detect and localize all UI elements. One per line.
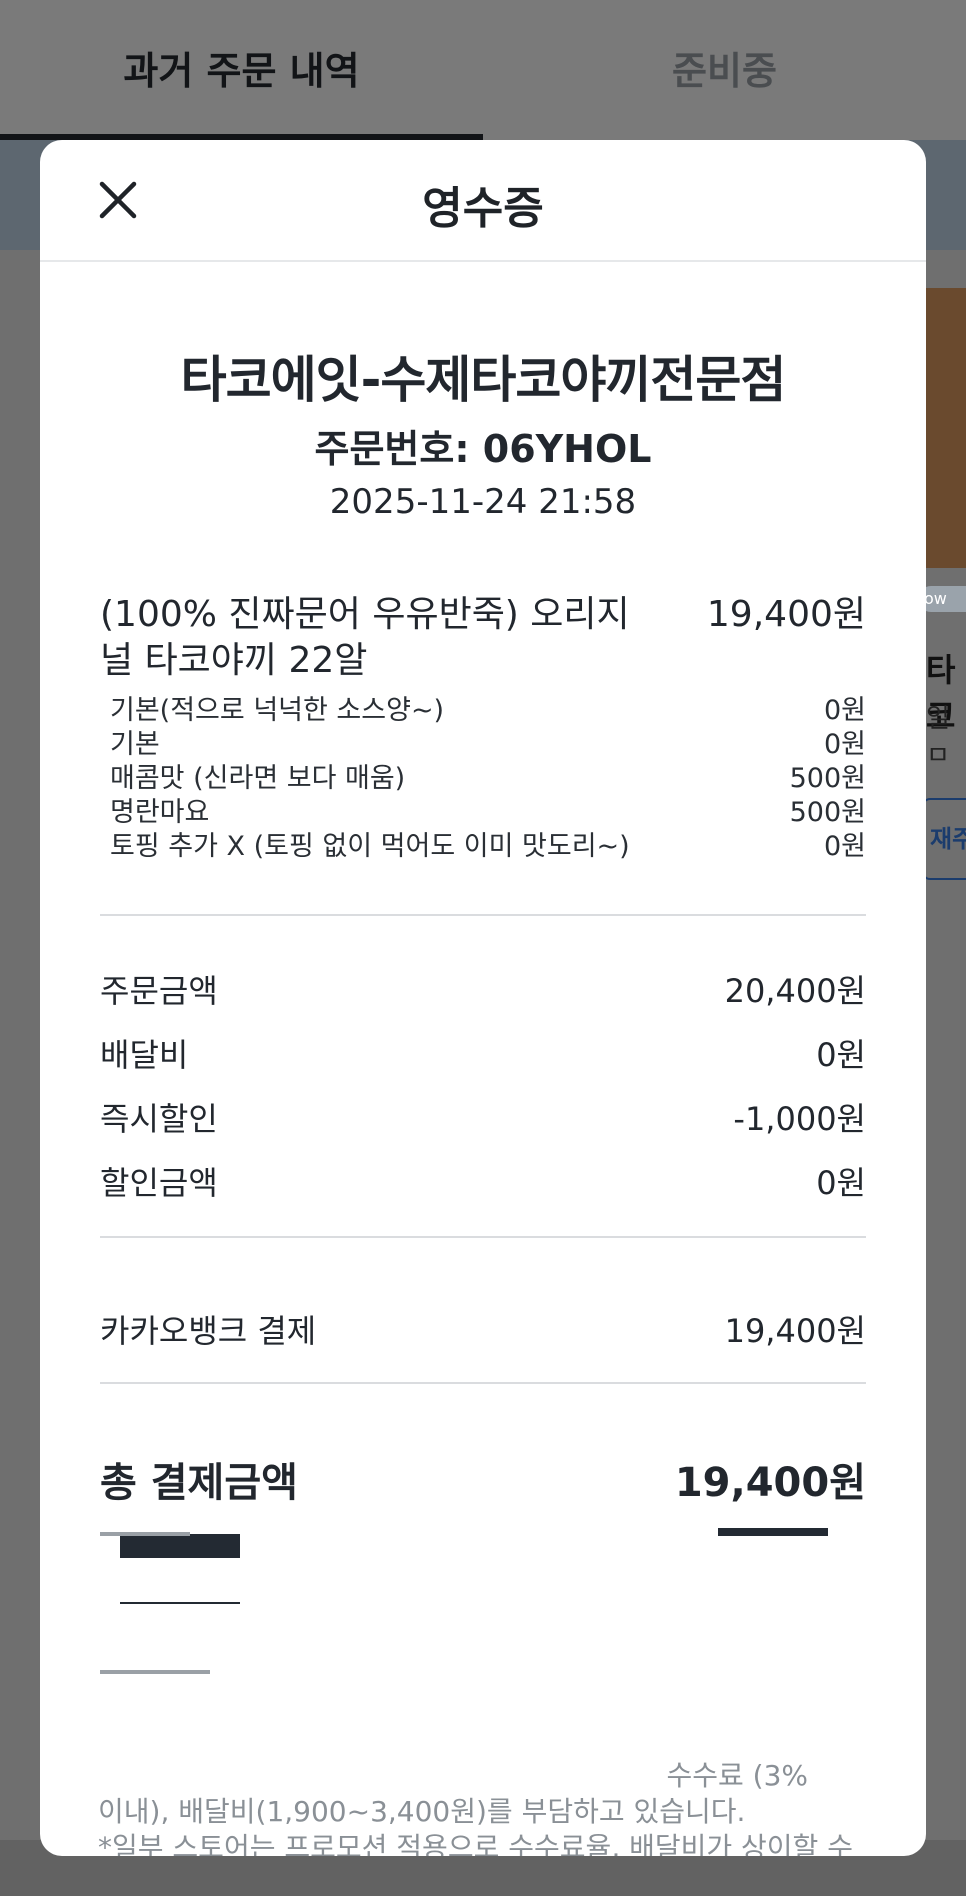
modal-title: 영수증 <box>422 183 544 234</box>
background-food-image <box>926 288 966 568</box>
receipt-modal: 영수증 타코에잇-수제타코야끼전문점 주문번호: 06YHOL 2025-11-… <box>40 140 926 1856</box>
divider <box>100 1236 866 1238</box>
menu-item-price: 19,400원 <box>706 594 866 635</box>
summary-value: 0원 <box>816 1036 866 1074</box>
fee-notice: 수수료 (3% 이내), 배달비(1,900~3,400원)를 부담하고 있습니… <box>98 1758 878 1856</box>
obscuring-overlay <box>40 1724 600 1760</box>
background-reorder-button: 재주 <box>922 798 966 880</box>
store-name: 타코에잇-수제타코야끼전문점 <box>180 351 787 409</box>
summary-value: 0원 <box>816 1164 866 1202</box>
notice-line: *일부 스토어는 프로모션 적용으로 수수료율, 배달비가 상이할 수 <box>98 1831 853 1856</box>
order-number: 주문번호: 06YHOL <box>314 427 652 471</box>
redaction-line <box>718 1528 828 1536</box>
tab-preparing[interactable]: 준비중 <box>483 40 966 95</box>
summary-value: 20,400원 <box>724 972 866 1010</box>
obscuring-overlay <box>40 1680 926 1720</box>
summary-value: -1,000원 <box>733 1100 866 1138</box>
order-datetime: 2025-11-24 21:58 <box>329 482 637 522</box>
obscured-text-fragment <box>100 1670 210 1674</box>
obscured-text-fragment <box>100 1532 190 1536</box>
summary-label: 주문금액 <box>100 972 218 1010</box>
summary-label: 배달비 <box>100 1036 189 1074</box>
total-label: 총 결제금액 <box>100 1460 298 1506</box>
notice-line: 수수료 (3% <box>666 1759 808 1792</box>
payment-amount: 19,400원 <box>724 1312 866 1350</box>
payment-method-label: 카카오뱅크 결제 <box>100 1312 317 1350</box>
modal-header: 영수증 <box>40 140 926 262</box>
option-label: 기본(적으로 넉넉한 소스양~) <box>110 695 445 726</box>
summary-label: 할인금액 <box>100 1164 218 1202</box>
menu-item-name: (100% 진짜문어 우유반죽) 오리지널 타코야끼 22알 <box>100 594 630 681</box>
divider <box>100 914 866 916</box>
notice-line: 이내), 배달비(1,900~3,400원)를 부담하고 있습니다. <box>98 1795 746 1828</box>
total-amount: 19,400원 <box>674 1460 866 1506</box>
background-tab-bar: 과거 주문 내역 준비중 <box>0 0 966 140</box>
option-label: 토핑 추가 X (토핑 없이 먹어도 이미 맛도리~) <box>110 831 630 862</box>
obscuring-overlay <box>40 1558 926 1602</box>
summary-label: 즉시할인 <box>100 1100 218 1138</box>
option-price: 0원 <box>823 831 866 862</box>
background-store-sub-fragment: 일 ㅁ <box>926 704 950 771</box>
divider <box>100 1382 866 1384</box>
tab-past-orders[interactable]: 과거 주문 내역 <box>0 40 483 95</box>
